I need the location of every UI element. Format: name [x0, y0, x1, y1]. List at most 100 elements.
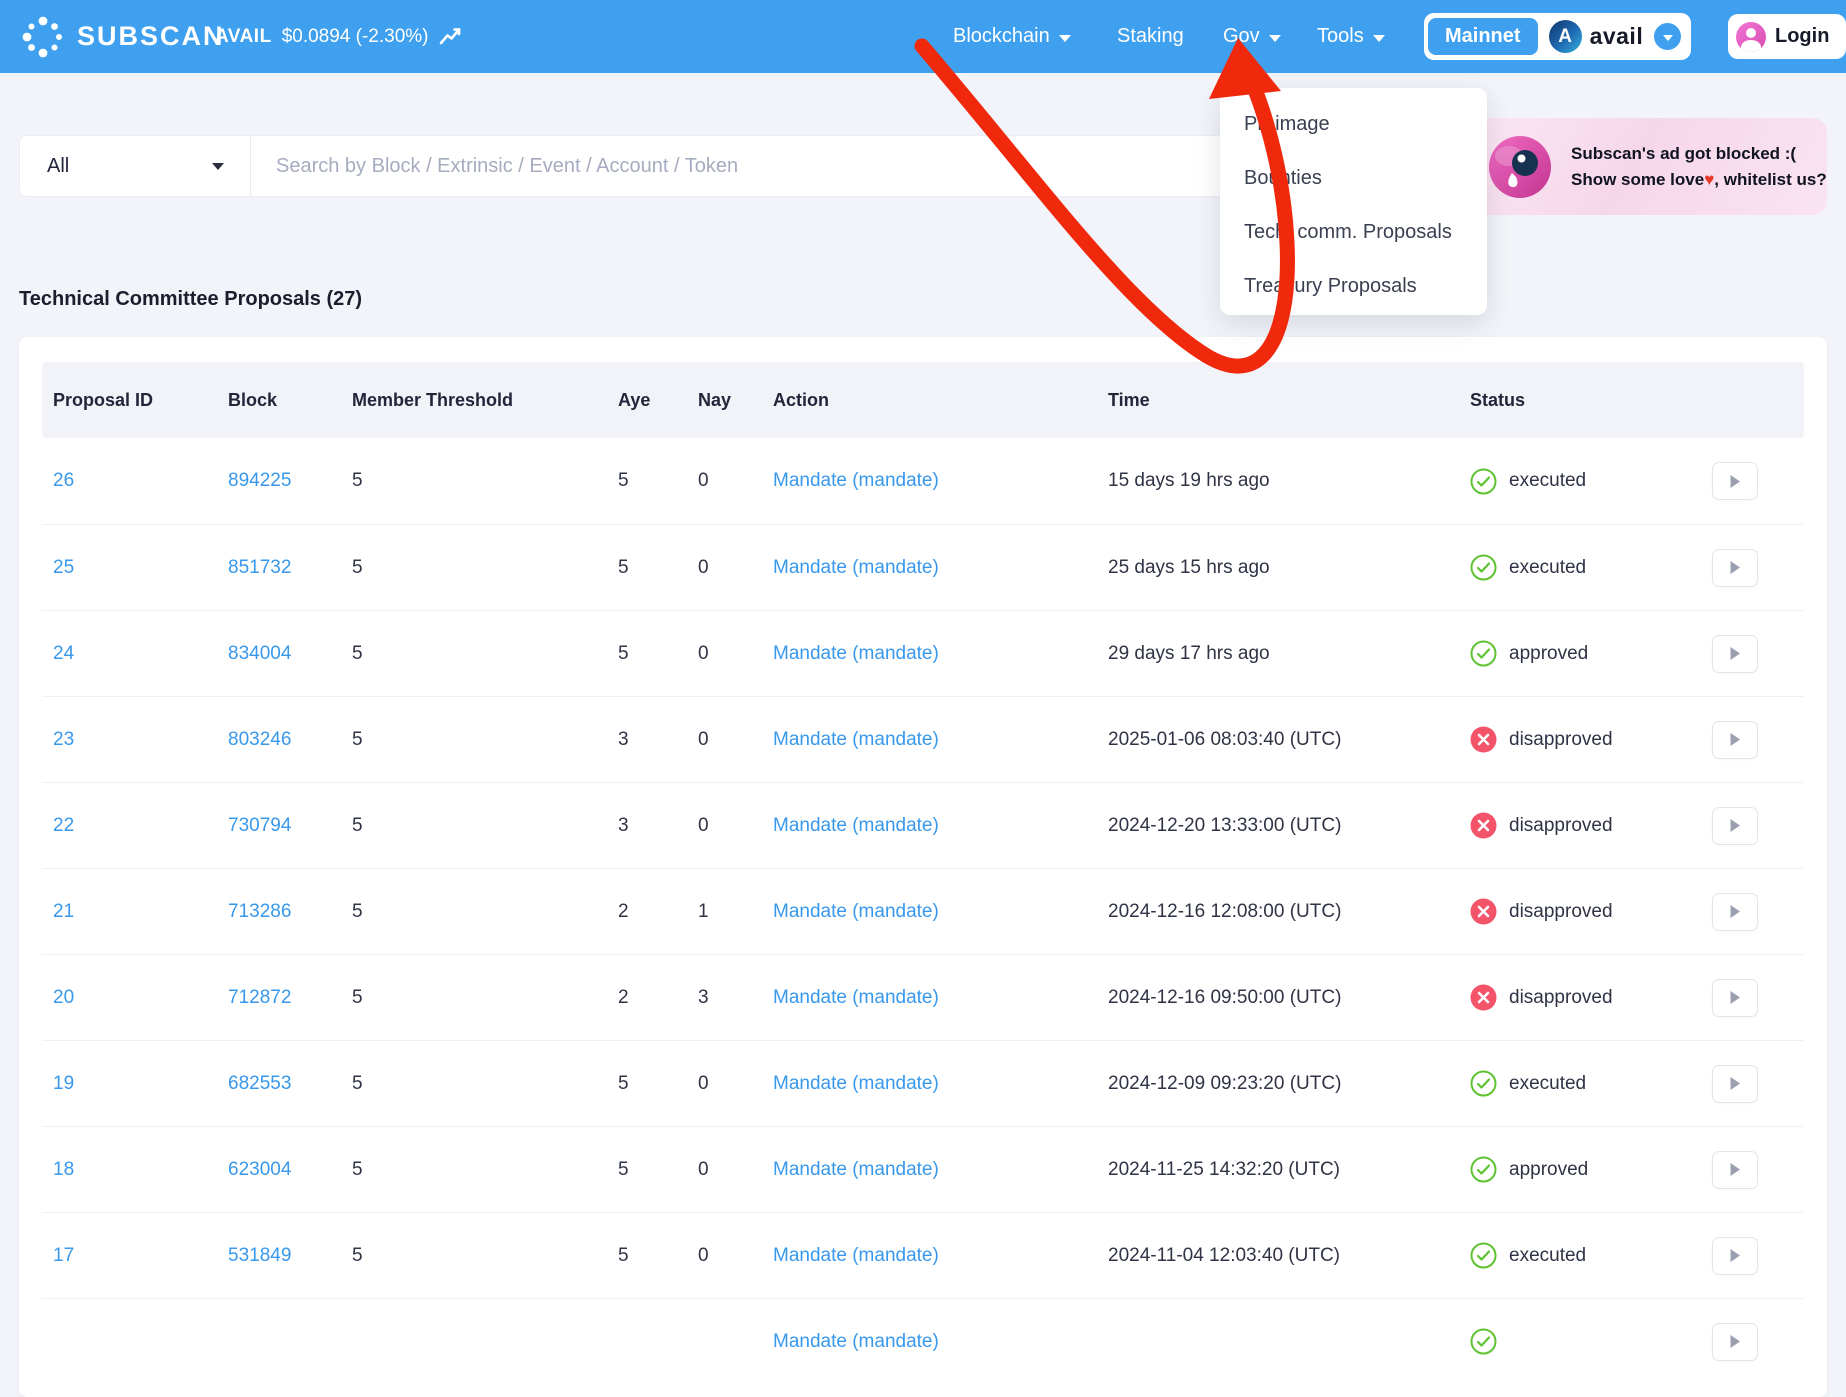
block-link[interactable]: 851732: [228, 557, 352, 579]
block-link[interactable]: 730794: [228, 815, 352, 837]
status-label: executed: [1509, 1245, 1586, 1267]
ad-text: Subscan's ad got blocked :( Show some lo…: [1571, 141, 1827, 193]
row-expand-button[interactable]: [1712, 549, 1758, 587]
action-link[interactable]: Mandate (mandate): [773, 815, 1108, 837]
nav-label: Tools: [1317, 25, 1364, 48]
block-link[interactable]: 894225: [228, 470, 352, 492]
login-button[interactable]: Login: [1728, 14, 1846, 59]
action-link[interactable]: Mandate (mandate): [773, 987, 1108, 1009]
status-success-icon: [1470, 640, 1497, 667]
action-link[interactable]: Mandate (mandate): [773, 470, 1108, 492]
menu-item-preimage[interactable]: Preimage: [1220, 97, 1487, 151]
menu-item-tech-comm-proposals[interactable]: Tech. comm. Proposals: [1220, 205, 1487, 259]
proposal-id-link[interactable]: 23: [53, 729, 228, 751]
proposal-id-link[interactable]: 21: [53, 901, 228, 923]
row-expand-button[interactable]: [1712, 893, 1758, 931]
action-link[interactable]: Mandate (mandate): [773, 557, 1108, 579]
status-success-icon: [1470, 1328, 1497, 1355]
proposal-id-link[interactable]: 25: [53, 557, 228, 579]
play-icon: [1729, 990, 1741, 1005]
chevron-down-icon: [212, 163, 224, 170]
column-header-proposal-id: Proposal ID: [53, 390, 228, 411]
action-link[interactable]: Mandate (mandate): [773, 1331, 1108, 1353]
row-expand-button[interactable]: [1712, 462, 1758, 500]
time-cell: 2024-12-16 09:50:00 (UTC): [1108, 987, 1470, 1009]
block-link[interactable]: 712872: [228, 987, 352, 1009]
row-expand-button[interactable]: [1712, 1065, 1758, 1103]
status-success-icon: [1470, 1242, 1497, 1269]
column-header-status: Status: [1470, 390, 1712, 411]
network-mainnet-button[interactable]: Mainnet: [1428, 18, 1538, 55]
nay-cell: 0: [698, 1073, 773, 1095]
proposal-id-link[interactable]: 22: [53, 815, 228, 837]
block-link[interactable]: 803246: [228, 729, 352, 751]
menu-item-treasury-proposals[interactable]: Treasury Proposals: [1220, 259, 1487, 313]
row-expand-button[interactable]: [1712, 1237, 1758, 1275]
proposal-id-link[interactable]: 18: [53, 1159, 228, 1181]
network-switcher[interactable]: Mainnet A avail: [1424, 13, 1691, 60]
proposal-id-link[interactable]: 24: [53, 643, 228, 665]
status-success-icon: [1470, 1156, 1497, 1183]
status-cell: disapproved: [1470, 726, 1712, 753]
row-button-cell: [1712, 721, 1804, 759]
network-chevron-down-icon[interactable]: [1654, 23, 1681, 50]
aye-cell: 5: [618, 643, 698, 665]
block-link[interactable]: 713286: [228, 901, 352, 923]
proposal-id-cell: 18: [53, 1159, 228, 1181]
time-cell: 2024-11-25 14:32:20 (UTC): [1108, 1159, 1470, 1181]
action-link[interactable]: Mandate (mandate): [773, 729, 1108, 751]
status-cell: approved: [1470, 640, 1712, 667]
row-expand-button[interactable]: [1712, 1151, 1758, 1189]
token-symbol: AVAIL: [215, 26, 272, 48]
block-link[interactable]: 623004: [228, 1159, 352, 1181]
action-cell: Mandate (mandate): [773, 643, 1108, 665]
column-header-action: Action: [773, 390, 1108, 411]
block-link[interactable]: 531849: [228, 1245, 352, 1267]
row-expand-button[interactable]: [1712, 807, 1758, 845]
row-button-cell: [1712, 462, 1804, 500]
nav-item-blockchain[interactable]: Blockchain: [953, 0, 1071, 73]
action-link[interactable]: Mandate (mandate): [773, 1159, 1108, 1181]
heart-icon: ♥: [1704, 170, 1714, 189]
price-chart-icon[interactable]: [439, 27, 463, 47]
play-icon: [1729, 646, 1741, 661]
nav-item-tools[interactable]: Tools: [1317, 0, 1385, 73]
time-cell: 2024-12-16 12:08:00 (UTC): [1108, 901, 1470, 923]
proposal-id-link[interactable]: 19: [53, 1073, 228, 1095]
action-link[interactable]: Mandate (mandate): [773, 1073, 1108, 1095]
aye-cell: 3: [618, 729, 698, 751]
action-cell: Mandate (mandate): [773, 557, 1108, 579]
action-link[interactable]: Mandate (mandate): [773, 1245, 1108, 1267]
menu-item-bounties[interactable]: Bounties: [1220, 151, 1487, 205]
nav-item-staking[interactable]: Staking: [1117, 0, 1184, 73]
table-body: 26894225550Mandate (mandate)15 days 19 h…: [42, 438, 1804, 1384]
proposal-id-link[interactable]: 20: [53, 987, 228, 1009]
nay-cell: 3: [698, 987, 773, 1009]
block-cell: 712872: [228, 987, 352, 1009]
row-expand-button[interactable]: [1712, 1323, 1758, 1361]
action-cell: Mandate (mandate): [773, 1245, 1108, 1267]
table-row: 24834004550Mandate (mandate)29 days 17 h…: [42, 610, 1804, 696]
column-header-member-threshold: Member Threshold: [352, 390, 618, 411]
nav-item-gov[interactable]: Gov: [1223, 0, 1281, 73]
row-expand-button[interactable]: [1712, 635, 1758, 673]
status-cell: disapproved: [1470, 812, 1712, 839]
row-expand-button[interactable]: [1712, 979, 1758, 1017]
member-threshold-cell: 5: [352, 987, 618, 1009]
action-link[interactable]: Mandate (mandate): [773, 901, 1108, 923]
subscan-logo[interactable]: SUBSCAN: [22, 0, 225, 73]
action-cell: Mandate (mandate): [773, 729, 1108, 751]
proposal-id-link[interactable]: 17: [53, 1245, 228, 1267]
action-cell: Mandate (mandate): [773, 815, 1108, 837]
search-filter-dropdown[interactable]: All: [20, 136, 251, 196]
status-cell: disapproved: [1470, 898, 1712, 925]
block-link[interactable]: 682553: [228, 1073, 352, 1095]
network-token: A avail: [1549, 20, 1644, 53]
block-link[interactable]: 834004: [228, 643, 352, 665]
member-threshold-cell: 5: [352, 557, 618, 579]
ad-blocked-banner[interactable]: Subscan's ad got blocked :( Show some lo…: [1475, 118, 1827, 215]
table-row: 23803246530Mandate (mandate)2025-01-06 0…: [42, 696, 1804, 782]
action-link[interactable]: Mandate (mandate): [773, 643, 1108, 665]
row-expand-button[interactable]: [1712, 721, 1758, 759]
proposal-id-link[interactable]: 26: [53, 470, 228, 492]
